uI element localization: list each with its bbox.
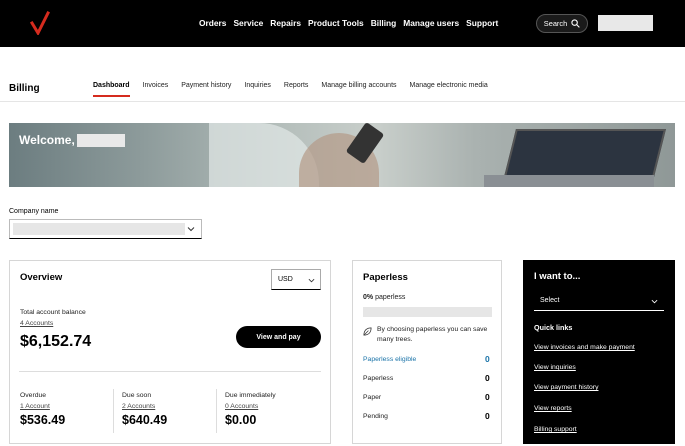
paperless-label: Paperless (363, 375, 394, 382)
nav-service[interactable]: Service (233, 18, 263, 28)
top-nav: Orders Service Repairs Product Tools Bil… (199, 18, 505, 28)
quick-link-view-payment-history[interactable]: View payment history (534, 384, 598, 391)
tab-invoices[interactable]: Invoices (143, 82, 169, 97)
currency-select[interactable]: USD (271, 269, 321, 290)
nav-orders[interactable]: Orders (199, 18, 226, 28)
overdue-label: Overdue (20, 392, 47, 399)
tab-manage-electronic-media[interactable]: Manage electronic media (410, 82, 488, 97)
due-immediately-accounts-link[interactable]: 0 Accounts (225, 403, 258, 410)
company-name-select[interactable] (9, 219, 202, 239)
user-account-redacted[interactable] (598, 15, 653, 31)
paperless-eligible-link[interactable]: Paperless eligible (363, 356, 416, 363)
search-label: Search (543, 19, 568, 28)
company-name-label: Company name (9, 208, 59, 215)
overdue-accounts-link[interactable]: 1 Account (20, 403, 50, 410)
company-name-redacted (13, 223, 185, 235)
paperless-value: 0 (485, 373, 490, 383)
overdue-amount: $536.49 (20, 413, 66, 427)
hero-banner: Welcome, (9, 123, 675, 187)
total-accounts-link[interactable]: 4 Accounts (20, 320, 53, 327)
overview-card: Overview USD Total account balance 4 Acc… (9, 260, 331, 444)
hero-photo-laptop-base (484, 175, 654, 187)
nav-product-tools[interactable]: Product Tools (308, 18, 364, 28)
chevron-down-icon (187, 227, 195, 232)
paperless-percent-label: paperless (375, 294, 406, 301)
i-want-to-card: I want to... Select Quick links View inv… (523, 260, 675, 444)
due-soon-accounts-link[interactable]: 2 Accounts (122, 403, 155, 410)
total-balance-label: Total account balance (20, 309, 86, 316)
nav-repairs[interactable]: Repairs (270, 18, 301, 28)
i-want-to-select-value: Select (540, 297, 560, 304)
nav-billing[interactable]: Billing (371, 18, 397, 28)
overview-column-divider (113, 389, 114, 433)
tab-manage-billing-accounts[interactable]: Manage billing accounts (321, 82, 396, 97)
paperless-note: By choosing paperless you can save many … (377, 326, 488, 343)
search-button[interactable]: Search (536, 14, 588, 33)
overview-column-divider (216, 389, 217, 433)
paper-value: 0 (485, 392, 490, 402)
top-bar: Orders Service Repairs Product Tools Bil… (0, 0, 685, 47)
paperless-title: Paperless (363, 272, 408, 283)
welcome-text: Welcome, (19, 133, 75, 147)
billing-tabs: Dashboard Invoices Payment history Inqui… (93, 82, 501, 97)
due-immediately-label: Due immediately (225, 392, 276, 399)
due-soon-amount: $640.49 (122, 413, 168, 427)
currency-value: USD (278, 276, 293, 283)
nav-support[interactable]: Support (466, 18, 498, 28)
tab-dashboard[interactable]: Dashboard (93, 82, 130, 97)
tab-inquiries[interactable]: Inquiries (244, 82, 270, 97)
quick-link-billing-support[interactable]: Billing support (534, 426, 577, 433)
due-immediately-amount: $0.00 (225, 413, 257, 427)
paperless-card: Paperless 0% paperless By choosing paper… (352, 260, 502, 444)
search-icon (571, 19, 580, 28)
overview-divider (19, 371, 321, 372)
paperless-eligible-value: 0 (485, 354, 490, 364)
nav-manage-users[interactable]: Manage users (403, 18, 459, 28)
total-balance-amount: $6,152.74 (20, 333, 92, 350)
welcome-heading: Welcome, (19, 133, 125, 147)
overview-title: Overview (20, 272, 63, 283)
quick-link-view-inquiries[interactable]: View inquiries (534, 364, 576, 371)
tab-reports[interactable]: Reports (284, 82, 309, 97)
paperless-progress-bar (363, 307, 492, 317)
page-title: Billing (9, 83, 40, 94)
i-want-to-select[interactable]: Select (534, 291, 664, 311)
view-and-pay-button[interactable]: View and pay (236, 326, 321, 348)
chevron-down-icon (651, 299, 658, 304)
verizon-check-logo[interactable] (30, 11, 50, 35)
leaf-icon (363, 327, 372, 336)
pending-value: 0 (485, 411, 490, 421)
pending-label: Pending (363, 413, 388, 420)
due-soon-label: Due soon (122, 392, 152, 399)
tab-payment-history[interactable]: Payment history (181, 82, 231, 97)
quick-link-view-reports[interactable]: View reports (534, 405, 572, 412)
quick-link-view-invoices[interactable]: View invoices and make payment (534, 344, 635, 351)
paperless-percent: 0% paperless (363, 294, 405, 301)
paperless-percent-value: 0% (363, 294, 374, 301)
i-want-to-title: I want to... (534, 271, 581, 282)
subnav-divider (0, 101, 685, 102)
chevron-down-icon (308, 278, 315, 283)
quick-links-title: Quick links (534, 323, 573, 332)
paper-label: Paper (363, 394, 382, 401)
user-name-redacted (76, 133, 125, 147)
